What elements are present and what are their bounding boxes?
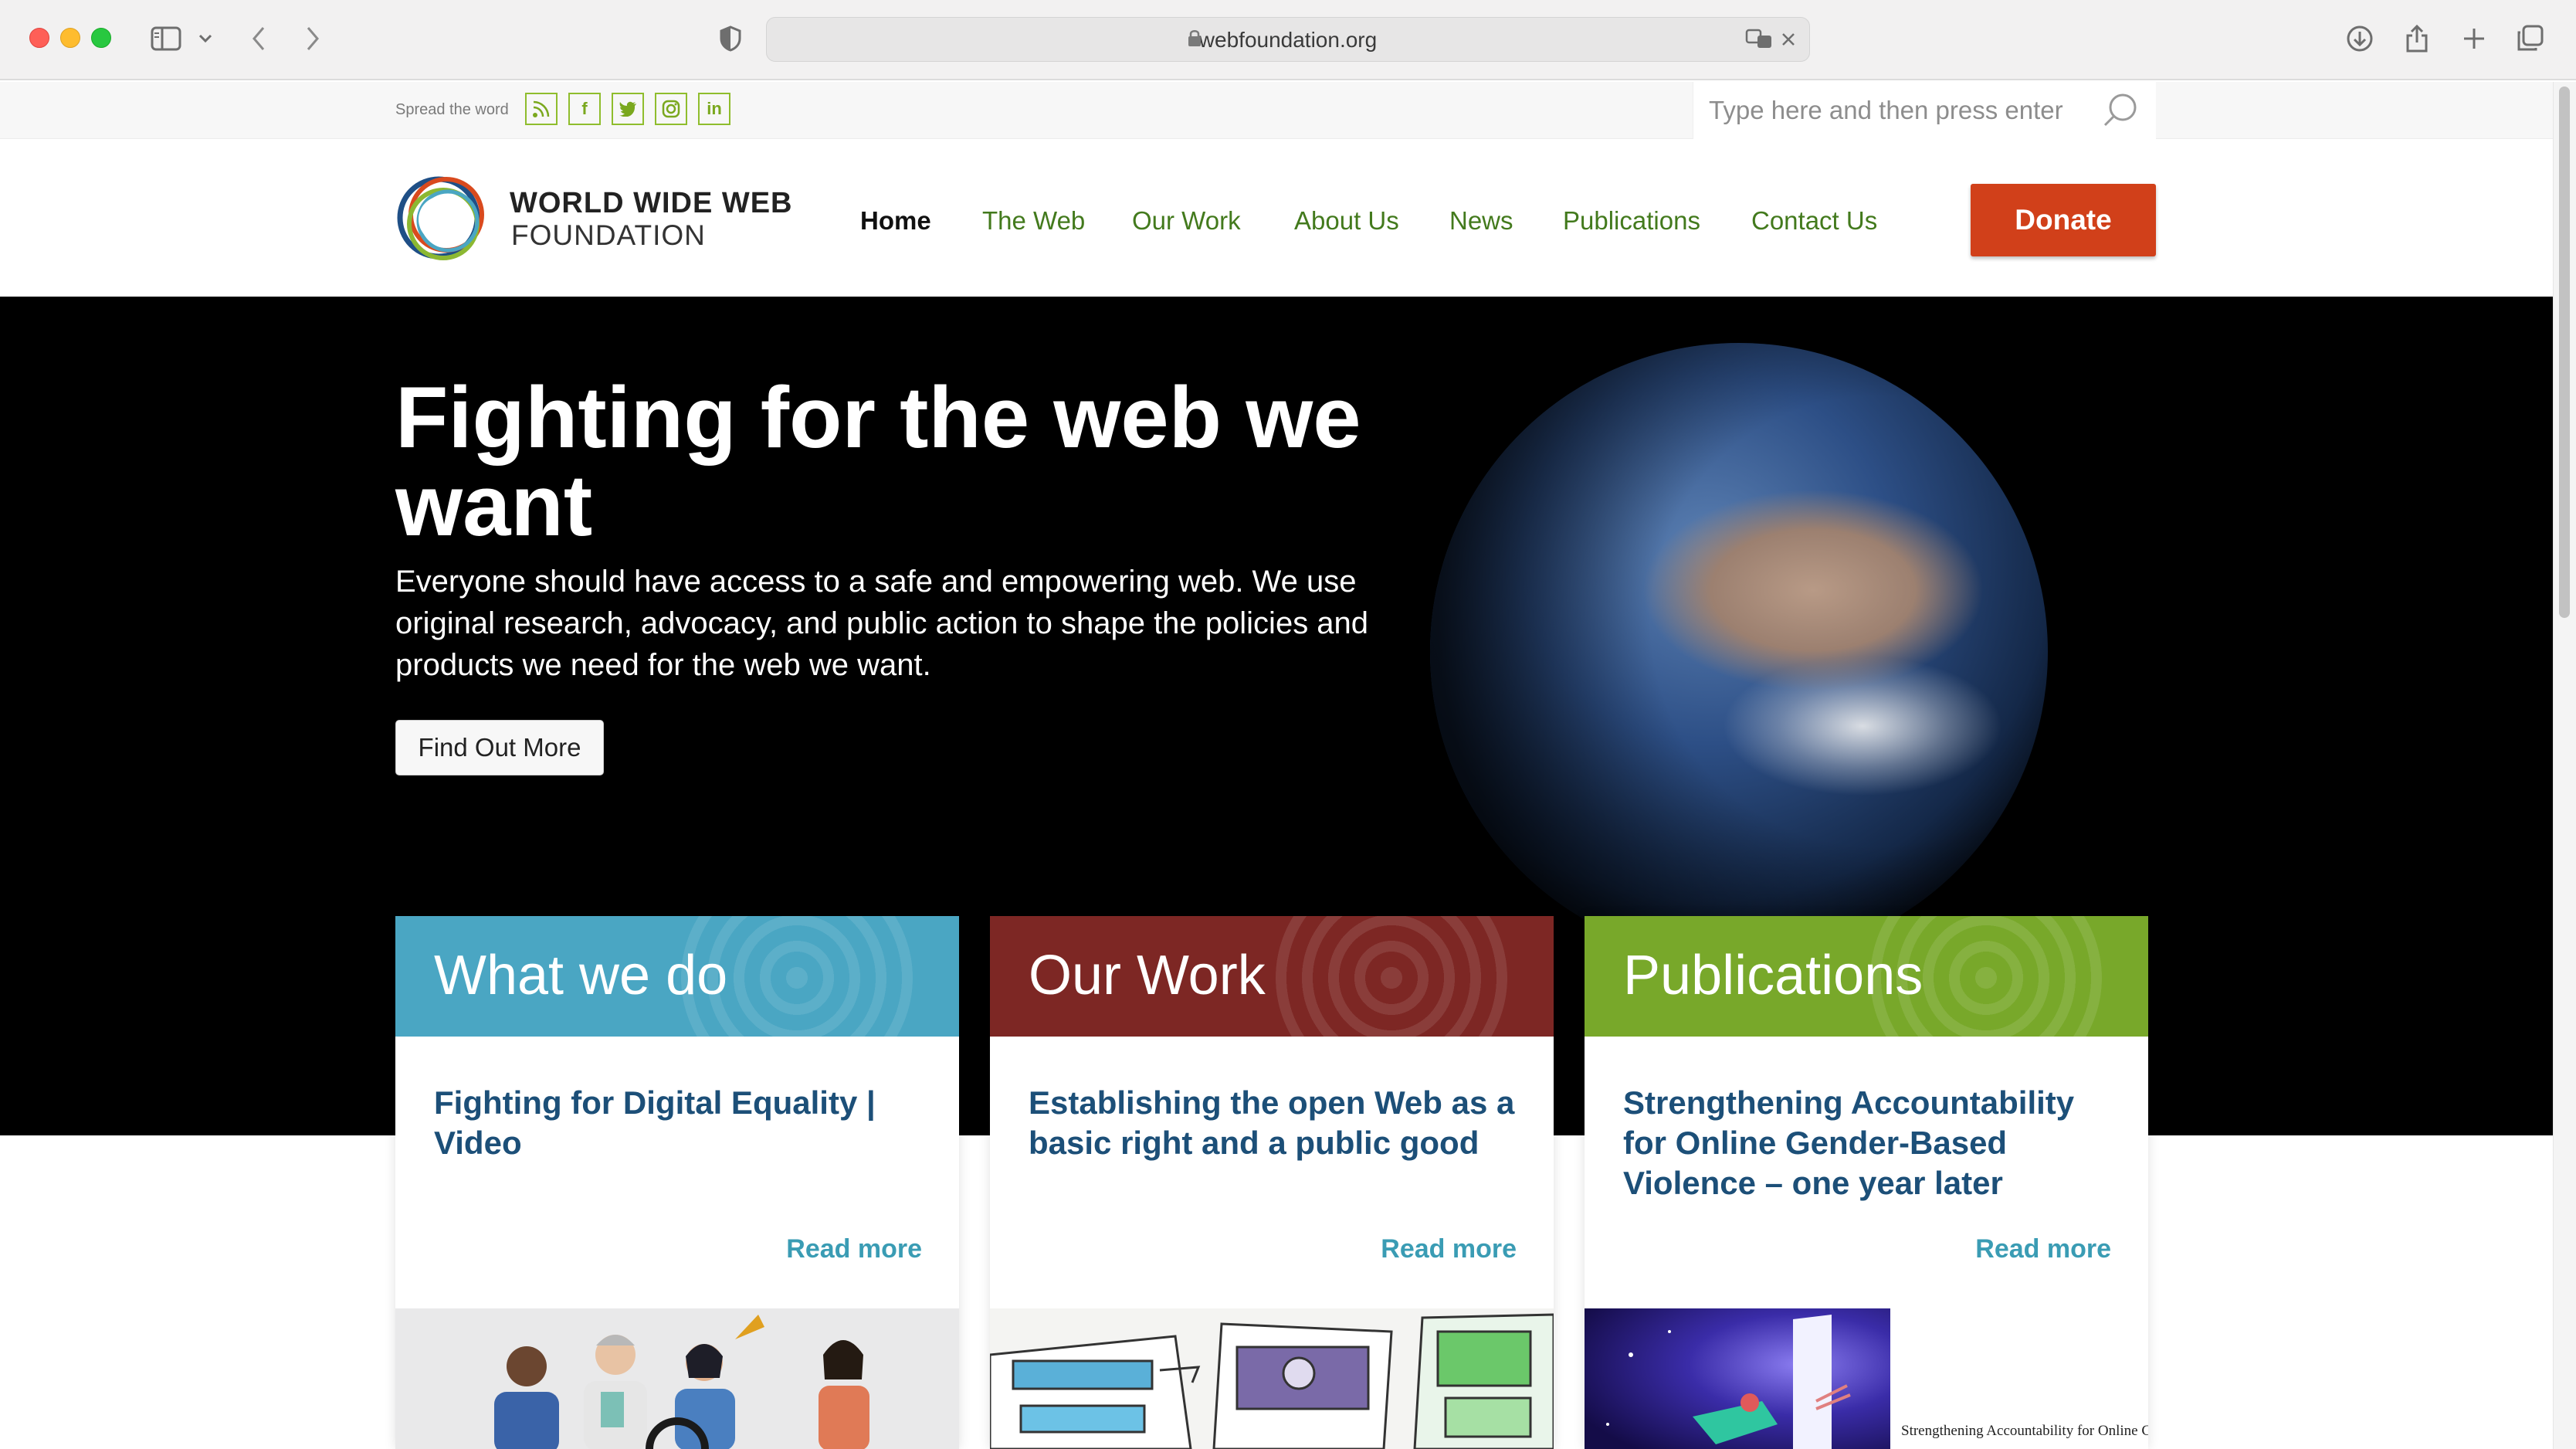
nav-news[interactable]: News [1449,205,1513,236]
logo-title[interactable]: WORLD WIDE WEB [510,187,793,220]
logo-subtitle[interactable]: FOUNDATION [511,219,706,252]
card-title[interactable]: Our Work [1029,942,1266,1009]
nav-the-web[interactable]: The Web [982,205,1085,236]
nav-home[interactable]: Home [860,205,931,236]
close-tab-icon[interactable] [1777,24,1800,55]
facebook-glyph: f [581,99,588,118]
chevron-down-icon[interactable] [196,23,215,54]
read-more-link[interactable]: Read more [786,1234,922,1264]
card-our-work: Our Work Establishing the open Web as a … [990,916,1554,1449]
earth-shadow [1430,343,2048,961]
sketch-illustration[interactable] [990,1308,1554,1449]
cover-caption: Strengthening Accountability for Online … [1901,1423,2148,1439]
back-icon[interactable] [246,23,272,54]
instagram-icon[interactable] [655,93,687,125]
people-illustration[interactable] [395,1308,959,1449]
linkedin-icon[interactable]: in [698,93,730,125]
read-more-link[interactable]: Read more [1975,1234,2111,1264]
hero-description: Everyone should have access to a safe an… [395,565,1369,682]
search-icon[interactable] [2101,91,2140,134]
nav-about-us[interactable]: About Us [1294,205,1399,236]
lock-icon [1188,29,1202,51]
share-icon[interactable] [2401,23,2432,54]
minimize-window-button[interactable] [60,28,80,48]
card-article-link[interactable]: Strengthening Accountability for Online … [1623,1083,2117,1203]
social-bar: Spread the word f in [0,82,2576,139]
tab-overview-icon[interactable] [2514,23,2545,54]
site-header: WORLD WIDE WEB FOUNDATION Home The Web O… [0,139,2576,297]
card-header[interactable]: Our Work [990,916,1554,1037]
read-more-link[interactable]: Read more [1381,1234,1517,1264]
card-article-link[interactable]: Establishing the open Web as a basic rig… [1029,1083,1523,1163]
downloads-icon[interactable] [2344,23,2375,54]
web-foundation-logo-icon[interactable] [394,170,494,274]
hero-title: Fighting for the web we want [395,369,1361,554]
nav-our-work[interactable]: Our Work [1132,205,1241,236]
close-window-button[interactable] [29,28,49,48]
url-text[interactable]: webfoundation.org [767,18,1809,63]
ring-decoration [1276,916,1507,1037]
facebook-icon[interactable]: f [568,93,601,125]
find-out-more-button[interactable]: Find Out More [395,720,604,775]
nav-contact-us[interactable]: Contact Us [1751,205,1877,236]
card-publications: Publications Strengthening Accountabilit… [1585,916,2148,1449]
card-title[interactable]: Publications [1623,942,1923,1009]
card-header[interactable]: Publications [1585,916,2148,1037]
browser-toolbar: webfoundation.org [0,0,2576,80]
sidebar-toggle-icon[interactable] [148,23,184,54]
scrollbar-thumb[interactable] [2559,87,2570,618]
new-tab-icon[interactable] [2459,23,2490,54]
card-article-link[interactable]: Fighting for Digital Equality | Video [434,1083,928,1163]
publication-cover-image[interactable]: Strengthening Accountability for Online … [1585,1308,2148,1449]
twitter-icon[interactable] [612,93,644,125]
translate-icon[interactable] [1743,24,1777,55]
donate-button[interactable]: Donate [1971,184,2156,256]
search-input[interactable] [1707,82,2093,139]
card-what-we-do: What we do Fighting for Digital Equality… [395,916,959,1449]
zoom-window-button[interactable] [91,28,111,48]
card-title[interactable]: What we do [434,942,727,1009]
spread-the-word-label: Spread the word [395,101,509,118]
site-search [1693,82,2156,139]
rss-icon[interactable] [525,93,558,125]
forward-icon[interactable] [300,23,326,54]
linkedin-glyph: in [707,99,722,118]
nav-publications[interactable]: Publications [1563,205,1700,236]
address-bar[interactable]: webfoundation.org [766,17,1810,62]
privacy-shield-icon[interactable] [717,23,744,54]
card-header[interactable]: What we do [395,916,959,1037]
